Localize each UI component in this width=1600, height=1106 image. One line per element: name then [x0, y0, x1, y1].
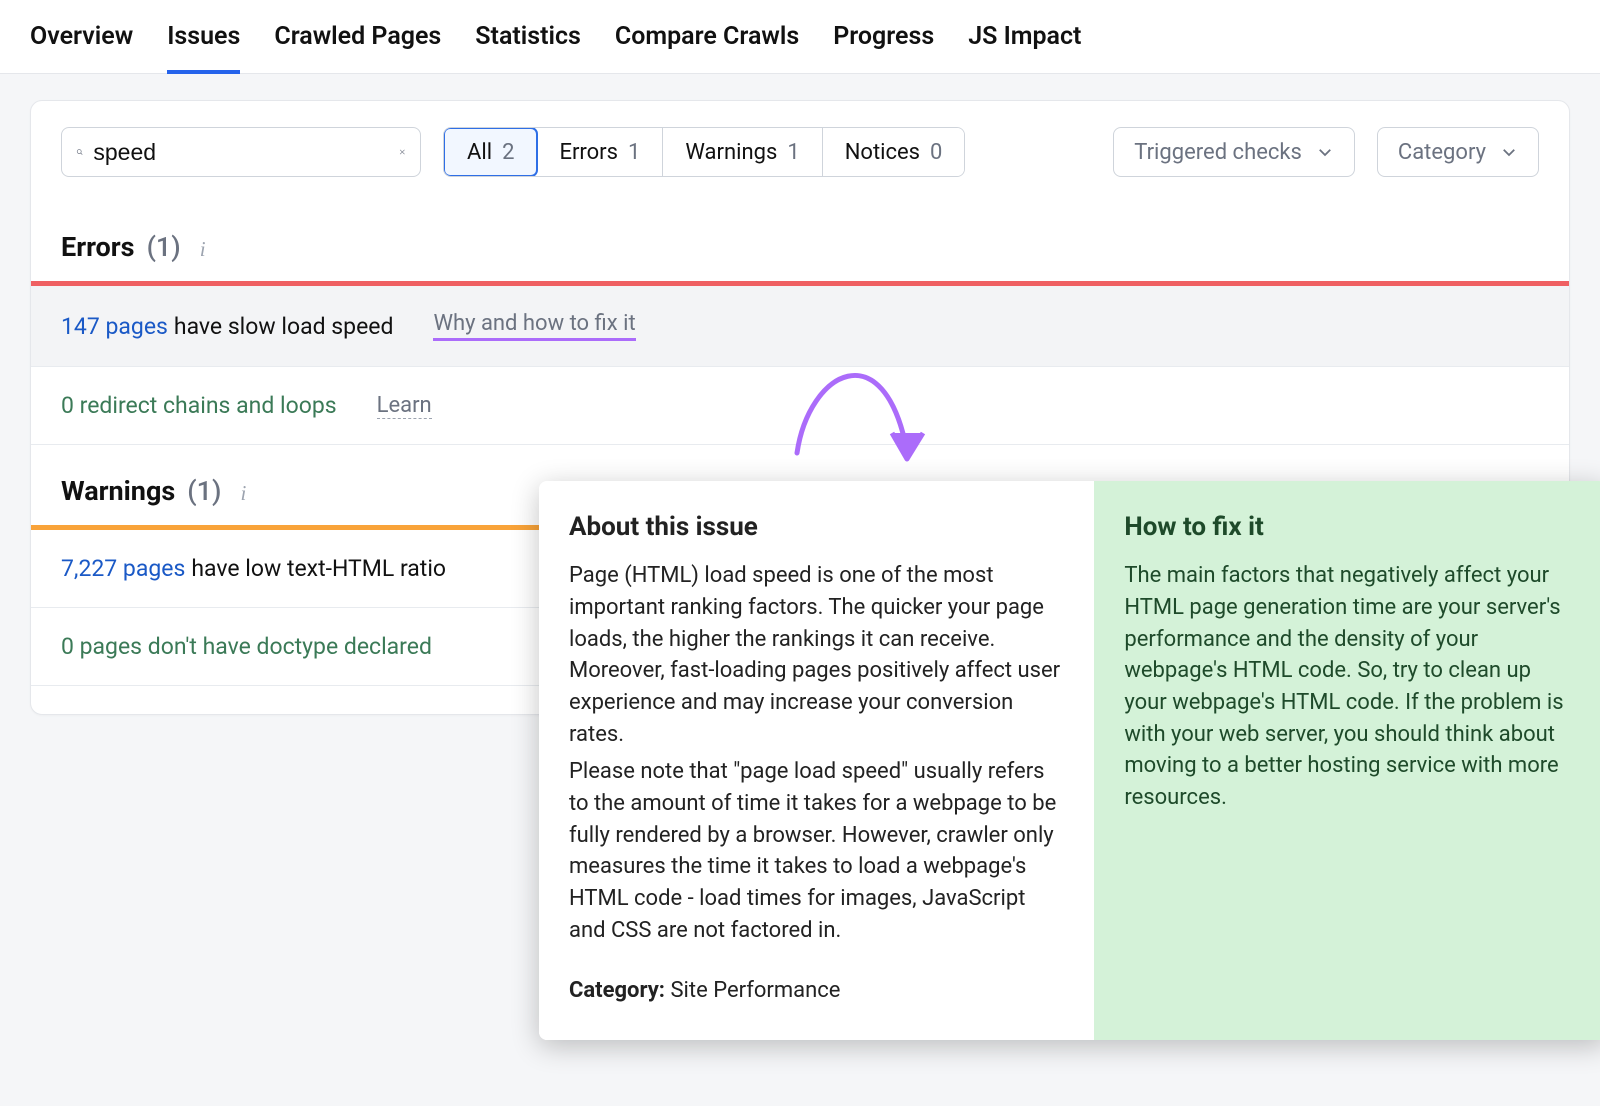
- tab-js-impact[interactable]: JS Impact: [968, 22, 1081, 73]
- errors-section-head: Errors (1) i: [31, 187, 1569, 281]
- filter-notices-label: Notices: [845, 140, 920, 165]
- filter-notices[interactable]: Notices 0: [823, 128, 965, 176]
- issue-row-redirect-chains[interactable]: 0 redirect chains and loops Learn: [31, 367, 1569, 445]
- issue-desc: have low text-HTML ratio: [191, 555, 446, 582]
- search-input-wrap: [61, 127, 421, 177]
- warnings-count: (1): [187, 475, 221, 507]
- about-issue-title: About this issue: [569, 509, 1064, 546]
- issue-pages-link[interactable]: 7,227 pages: [61, 555, 185, 582]
- main-tabs: Overview Issues Crawled Pages Statistics…: [0, 0, 1600, 74]
- tab-compare-crawls[interactable]: Compare Crawls: [615, 22, 799, 73]
- chevron-down-icon: [1316, 143, 1334, 161]
- filter-bar: All 2 Errors 1 Warnings 1 Notices 0 Trig…: [31, 101, 1569, 187]
- filter-errors-count: 1: [628, 140, 640, 165]
- filter-errors[interactable]: Errors 1: [537, 128, 663, 176]
- issues-card: All 2 Errors 1 Warnings 1 Notices 0 Trig…: [30, 100, 1570, 715]
- severity-filter: All 2 Errors 1 Warnings 1 Notices 0: [443, 127, 965, 177]
- category-label: Category: [1398, 140, 1486, 165]
- about-issue-body-2: Please note that "page load speed" usual…: [569, 756, 1064, 946]
- tooltip-category-label: Category:: [569, 978, 665, 1003]
- info-icon[interactable]: i: [193, 240, 213, 260]
- filter-errors-label: Errors: [559, 140, 618, 165]
- filter-warnings-label: Warnings: [685, 140, 777, 165]
- issue-desc: have slow load speed: [174, 313, 394, 340]
- tab-issues[interactable]: Issues: [167, 22, 240, 73]
- how-to-fix-body: The main factors that negatively affect …: [1124, 560, 1577, 813]
- search-icon: [76, 142, 83, 162]
- category-dropdown[interactable]: Category: [1377, 127, 1539, 177]
- tooltip-category-value: Site Performance: [665, 978, 840, 1003]
- tab-overview[interactable]: Overview: [30, 22, 133, 73]
- tooltip-fix-column: How to fix it The main factors that nega…: [1094, 481, 1600, 1040]
- fix-tooltip: About this issue Page (HTML) load speed …: [539, 481, 1600, 1040]
- tab-crawled-pages[interactable]: Crawled Pages: [274, 22, 441, 73]
- tooltip-about-column: About this issue Page (HTML) load speed …: [539, 481, 1094, 1040]
- filter-all-count: 2: [502, 140, 514, 165]
- search-input[interactable]: [93, 139, 389, 166]
- how-to-fix-title: How to fix it: [1124, 509, 1577, 546]
- tooltip-category: Category: Site Performance: [569, 975, 1064, 1007]
- filter-warnings-count: 1: [787, 140, 799, 165]
- issue-zero-link[interactable]: 0 redirect chains and loops: [61, 392, 337, 419]
- triggered-checks-label: Triggered checks: [1134, 140, 1302, 165]
- filter-notices-count: 0: [930, 140, 942, 165]
- why-how-fix-link[interactable]: Why and how to fix it: [433, 311, 635, 341]
- errors-count: (1): [147, 231, 181, 263]
- errors-title: Errors: [61, 231, 135, 263]
- chevron-down-icon: [1500, 143, 1518, 161]
- about-issue-body-1: Page (HTML) load speed is one of the mos…: [569, 560, 1064, 750]
- filter-warnings[interactable]: Warnings 1: [663, 128, 822, 176]
- triggered-checks-dropdown[interactable]: Triggered checks: [1113, 127, 1355, 177]
- filter-all-label: All: [467, 140, 492, 165]
- learn-link[interactable]: Learn: [377, 393, 432, 419]
- clear-icon[interactable]: [399, 143, 406, 161]
- tab-statistics[interactable]: Statistics: [475, 22, 581, 73]
- tab-progress[interactable]: Progress: [833, 22, 934, 73]
- warnings-title: Warnings: [61, 475, 175, 507]
- issue-zero-link[interactable]: 0 pages don't have doctype declared: [61, 633, 432, 660]
- issue-pages-link[interactable]: 147 pages: [61, 313, 168, 340]
- info-icon[interactable]: i: [233, 484, 253, 504]
- issue-row-slow-load[interactable]: 147 pages have slow load speed Why and h…: [31, 286, 1569, 367]
- filter-all[interactable]: All 2: [443, 127, 538, 177]
